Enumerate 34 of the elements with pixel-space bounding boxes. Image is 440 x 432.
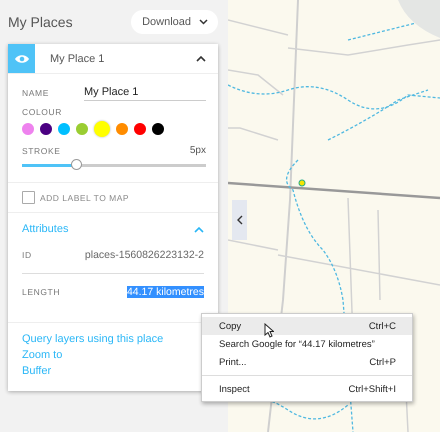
attribute-value: 44.17 kilometres bbox=[126, 286, 204, 298]
eye-icon bbox=[14, 52, 30, 64]
chevron-down-icon bbox=[199, 19, 208, 25]
checkbox-label: ADD LABEL TO MAP bbox=[40, 192, 130, 202]
colour-swatch[interactable] bbox=[134, 123, 146, 135]
attribute-value: places-1560826223132-2 bbox=[84, 249, 204, 261]
menu-item[interactable]: Copy Ctrl+C bbox=[202, 317, 412, 335]
attribute-key: LENGTH bbox=[22, 287, 60, 297]
colour-swatch[interactable] bbox=[116, 123, 128, 135]
colour-swatch[interactable] bbox=[58, 123, 70, 135]
chevron-up-icon[interactable] bbox=[196, 55, 206, 62]
menu-item[interactable]: Print... Ctrl+P bbox=[202, 353, 412, 371]
download-button[interactable]: Download bbox=[131, 10, 218, 34]
colour-swatch[interactable] bbox=[76, 123, 88, 135]
panel-title: My Places bbox=[8, 14, 73, 30]
colour-swatch[interactable] bbox=[40, 123, 52, 135]
chevron-left-icon bbox=[236, 215, 242, 225]
visibility-toggle[interactable] bbox=[8, 44, 35, 73]
checkbox[interactable] bbox=[22, 191, 35, 204]
colour-swatch[interactable] bbox=[94, 121, 110, 137]
collapse-button[interactable] bbox=[232, 200, 247, 240]
colour-swatch[interactable] bbox=[152, 123, 164, 135]
field-label: NAME bbox=[22, 88, 49, 98]
name-field[interactable]: My Place 1 bbox=[84, 84, 206, 101]
colour-swatch[interactable] bbox=[22, 123, 34, 135]
attribute-key: ID bbox=[22, 250, 32, 260]
field-label: COLOUR bbox=[22, 107, 63, 117]
stroke-value: 5px bbox=[190, 145, 206, 156]
menu-item[interactable]: Inspect Ctrl+Shift+I bbox=[202, 380, 412, 398]
menu-item[interactable]: Search Google for “44.17 kilometres” bbox=[202, 335, 412, 353]
field-label: STROKE bbox=[22, 146, 61, 156]
mouse-pointer-icon bbox=[264, 323, 274, 338]
place-title: My Place 1 bbox=[50, 52, 106, 64]
stroke-slider[interactable] bbox=[22, 159, 206, 172]
